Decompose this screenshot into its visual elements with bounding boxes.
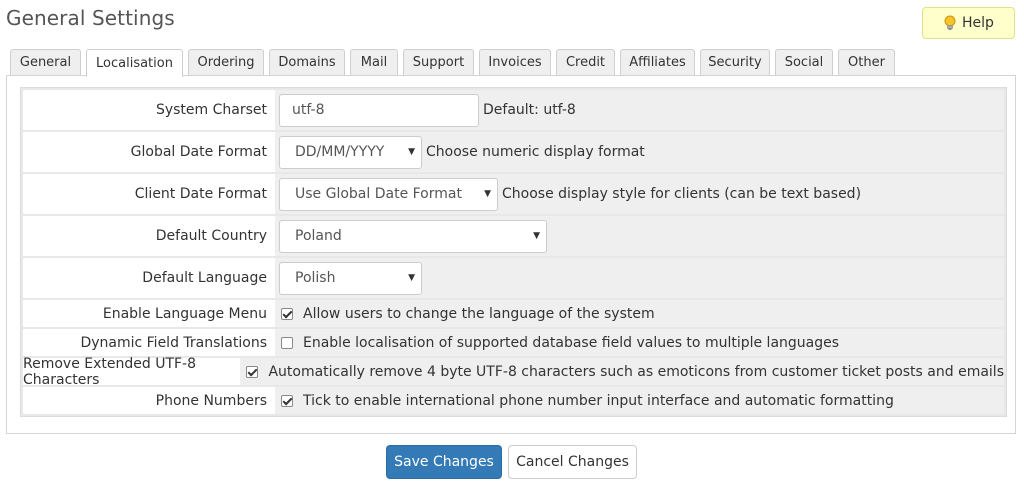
remove-extended-utf8-checkbox[interactable] [246, 365, 259, 378]
row-global-date-format: Global Date Format DD/MM/YYYY ▼ Choose n… [23, 132, 1004, 172]
tab-other[interactable]: Other [838, 49, 895, 75]
save-changes-button[interactable]: Save Changes [386, 445, 502, 479]
row-enable-language-menu: Enable Language Menu Allow users to chan… [23, 300, 1004, 327]
chevron-down-icon: ▼ [484, 188, 491, 199]
enable-language-menu-label: Enable Language Menu [23, 300, 275, 327]
row-client-date-format: Client Date Format Use Global Date Forma… [23, 174, 1004, 214]
global-date-format-select[interactable]: DD/MM/YYYY ▼ [279, 135, 422, 169]
tab-affiliates[interactable]: Affiliates [620, 49, 695, 75]
tab-ordering[interactable]: Ordering [188, 49, 264, 75]
default-language-select[interactable]: Polish ▼ [279, 261, 422, 295]
phone-numbers-label: Phone Numbers [23, 387, 275, 414]
row-default-language: Default Language Polish ▼ [23, 258, 1004, 298]
phone-numbers-text: Tick to enable international phone numbe… [303, 392, 894, 409]
chevron-down-icon: ▼ [408, 272, 415, 283]
tab-credit[interactable]: Credit [556, 49, 615, 75]
dynamic-field-translations-checkbox[interactable] [281, 336, 293, 349]
chevron-down-icon: ▼ [408, 146, 415, 157]
row-remove-extended-utf8: Remove Extended UTF-8 Characters Automat… [23, 356, 1004, 388]
row-phone-numbers: Phone Numbers Tick to enable internation… [23, 387, 1004, 414]
tab-invoices[interactable]: Invoices [479, 49, 551, 75]
global-date-format-hint: Choose numeric display format [426, 144, 645, 160]
global-date-format-label: Global Date Format [23, 132, 275, 172]
remove-extended-utf8-label: Remove Extended UTF-8 Characters [23, 356, 241, 388]
default-country-select[interactable]: Poland ▼ [279, 219, 547, 253]
client-date-format-hint: Choose display style for clients (can be… [502, 186, 862, 202]
global-date-format-value: DD/MM/YYYY [295, 144, 385, 160]
tab-general[interactable]: General [10, 49, 81, 75]
enable-language-menu-checkbox[interactable] [281, 307, 293, 320]
default-country-value: Poland [295, 228, 342, 244]
phone-numbers-checkbox[interactable] [281, 394, 293, 407]
help-button[interactable]: Help [922, 7, 1015, 39]
form-actions: Save Changes Cancel Changes [386, 445, 637, 479]
tab-security[interactable]: Security [700, 49, 770, 75]
tab-localisation[interactable]: Localisation [86, 49, 183, 77]
chevron-down-icon: ▼ [533, 230, 540, 241]
cancel-changes-button[interactable]: Cancel Changes [508, 445, 637, 479]
client-date-format-label: Client Date Format [23, 174, 275, 214]
localisation-panel: System Charset utf-8 Default: utf-8 Glob… [6, 75, 1016, 434]
default-country-label: Default Country [23, 216, 275, 256]
default-language-value: Polish [295, 270, 336, 286]
tab-mail[interactable]: Mail [350, 49, 398, 75]
client-date-format-select[interactable]: Use Global Date Format ▼ [279, 177, 498, 211]
dynamic-field-translations-text: Enable localisation of supported databas… [303, 334, 840, 351]
dynamic-field-translations-label: Dynamic Field Translations [23, 329, 275, 356]
system-charset-input[interactable]: utf-8 [279, 93, 479, 127]
settings-tabs: General Localisation Ordering Domains Ma… [10, 49, 900, 77]
tab-social[interactable]: Social [775, 49, 833, 75]
remove-extended-utf8-text: Automatically remove 4 byte UTF-8 charac… [268, 363, 1004, 380]
row-system-charset: System Charset utf-8 Default: utf-8 [23, 90, 1004, 130]
tab-domains[interactable]: Domains [269, 49, 345, 75]
system-charset-hint: Default: utf-8 [483, 102, 576, 118]
client-date-format-value: Use Global Date Format [295, 186, 462, 202]
row-dynamic-field-translations: Dynamic Field Translations Enable locali… [23, 329, 1004, 356]
tab-support[interactable]: Support [403, 49, 474, 75]
page-title: General Settings [6, 6, 175, 30]
lightbulb-icon [944, 15, 956, 30]
settings-table: System Charset utf-8 Default: utf-8 Glob… [20, 87, 1007, 417]
default-language-label: Default Language [23, 258, 275, 298]
system-charset-label: System Charset [23, 90, 275, 130]
help-label: Help [962, 15, 994, 31]
row-default-country: Default Country Poland ▼ [23, 216, 1004, 256]
enable-language-menu-text: Allow users to change the language of th… [303, 305, 655, 322]
